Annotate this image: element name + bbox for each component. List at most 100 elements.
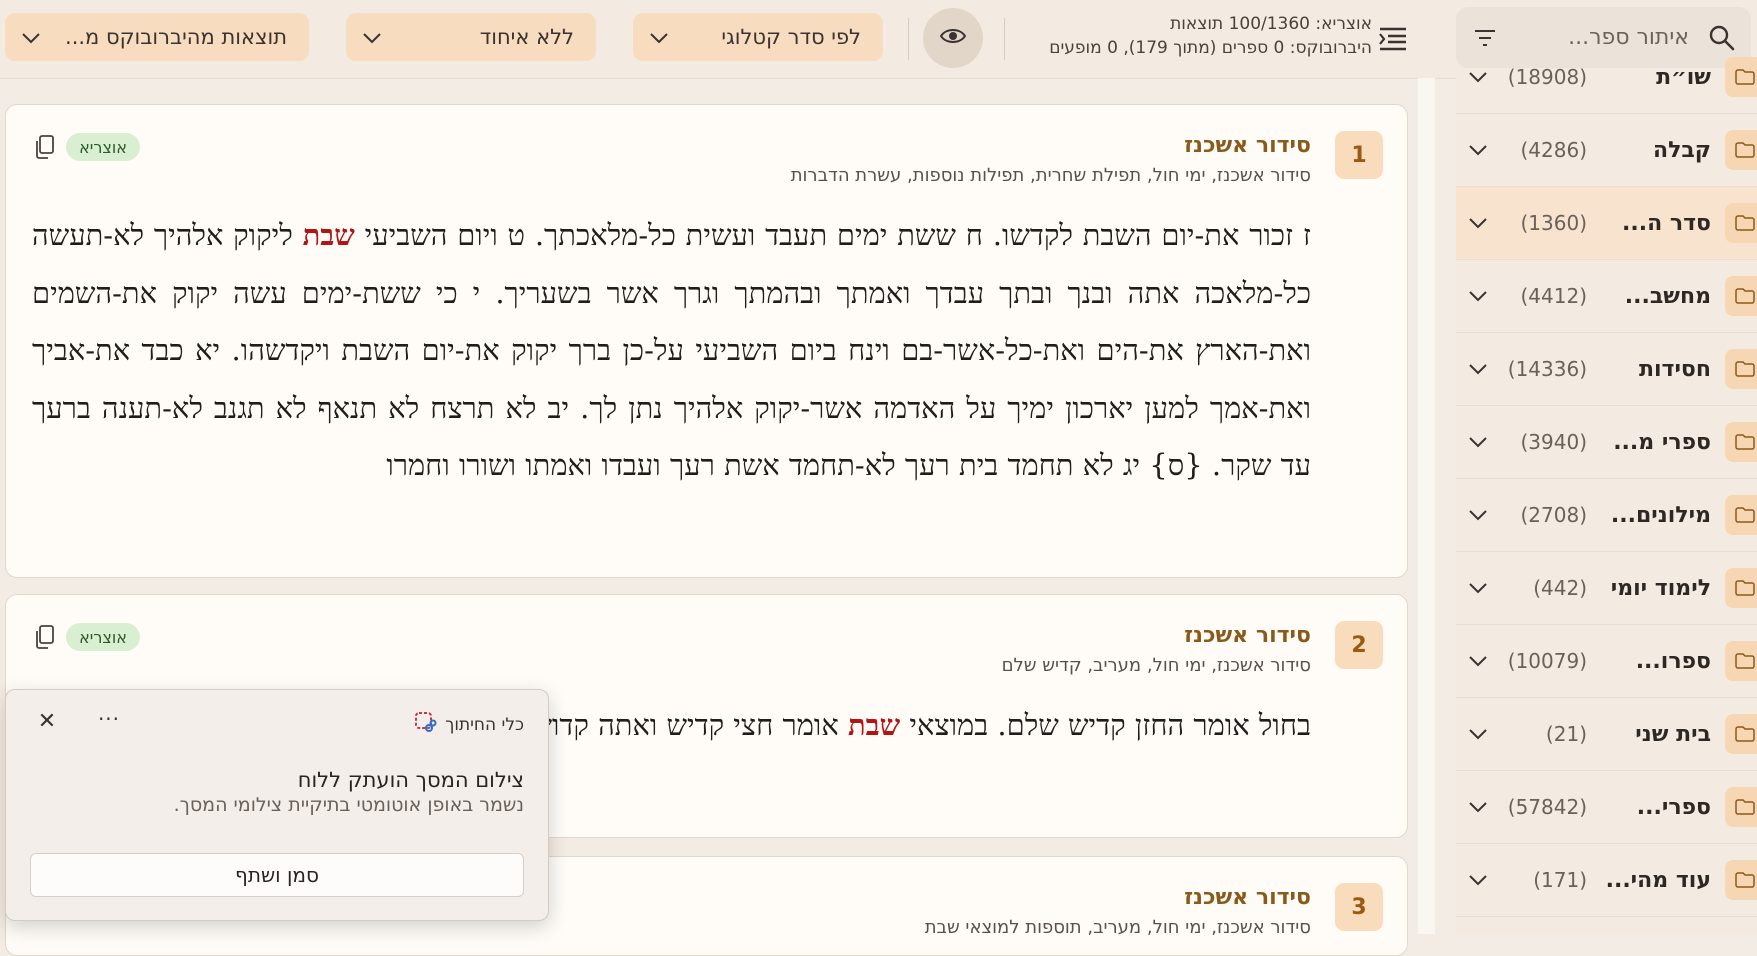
snippet-text: ליקוק אלהיך לא-תעשה כל-מלאכה אתה ובנך וב… xyxy=(32,218,1311,482)
snippet-text: אומר חצי קדיש ואתה קדוש xyxy=(531,708,848,742)
chevron-down-icon[interactable] xyxy=(1463,62,1493,92)
category-item[interactable]: לימוד יומי (442) xyxy=(1456,552,1757,625)
category-count: (18908) xyxy=(1507,65,1587,89)
category-name: קבלה xyxy=(1652,137,1711,163)
category-item[interactable]: מחשב... (4412) xyxy=(1456,260,1757,333)
category-name: ספרו... xyxy=(1635,648,1711,674)
results-count-otzaria: אוצריא: 100/1360 תוצאות xyxy=(1170,14,1372,34)
category-item[interactable]: ספרו... (10079) xyxy=(1456,625,1757,698)
result-number: 1 xyxy=(1335,131,1383,179)
category-count: (2708) xyxy=(1520,503,1587,527)
result-path: סידור אשכנז, ימי חול, מעריב, קדיש שלם xyxy=(1001,655,1311,676)
chevron-down-icon[interactable] xyxy=(1463,573,1493,603)
result-title[interactable]: סידור אשכנז xyxy=(1184,133,1311,158)
notification-title: כלי החיתוך xyxy=(445,714,524,735)
source-filter-label: תוצאות מהיברובוקס מ... xyxy=(65,25,287,49)
folder-icon xyxy=(1725,714,1757,754)
snippet-text: בחול אומר החזן קדיש שלם. במוצאי xyxy=(900,708,1311,742)
snipping-tool-notification: כלי החיתוך ··· ✕ צילום המסך הועתק ללוח נ… xyxy=(5,689,549,921)
category-name: בית שני xyxy=(1635,721,1711,747)
sort-dropdown[interactable]: לפי סדר קטלוגי xyxy=(633,13,883,61)
snippet-text: ז זכור את-יום השבת לקדשו. ח ששת ימים תעב… xyxy=(354,218,1311,252)
source-filter-dropdown[interactable]: תוצאות מהיברובוקס מ... xyxy=(5,13,309,61)
category-name: חסידות xyxy=(1638,356,1711,382)
close-button[interactable]: ✕ xyxy=(32,706,62,736)
category-item[interactable]: בית שני (21) xyxy=(1456,698,1757,771)
category-name: סדר ה... xyxy=(1622,210,1711,236)
result-title[interactable]: סידור אשכנז xyxy=(1184,623,1311,648)
folder-icon xyxy=(1725,568,1757,608)
chevron-down-icon[interactable] xyxy=(1463,281,1493,311)
folder-icon xyxy=(1725,57,1757,97)
preview-toggle-button[interactable] xyxy=(923,8,983,68)
category-name: מחשב... xyxy=(1624,283,1711,309)
source-badge: אוצריא xyxy=(66,133,140,161)
notification-header: כלי החיתוך xyxy=(413,710,524,739)
category-item-selected[interactable]: סדר ה... (1360) xyxy=(1456,187,1757,260)
more-options-button[interactable]: ··· xyxy=(94,704,124,734)
chevron-down-icon[interactable] xyxy=(1463,719,1493,749)
category-item[interactable]: ספרי... (57842) xyxy=(1456,771,1757,844)
results-list-icon[interactable] xyxy=(1376,21,1410,55)
category-count: (21) xyxy=(1545,722,1587,746)
results-scrollbar[interactable] xyxy=(1418,78,1435,934)
result-snippet: ז זכור את-יום השבת לקדשו. ח ששת ימים תעב… xyxy=(32,207,1311,495)
eye-icon xyxy=(939,27,967,49)
folder-icon xyxy=(1725,276,1757,316)
result-number: 2 xyxy=(1335,621,1383,669)
result-title[interactable]: סידור אשכנז xyxy=(1184,885,1311,910)
category-count: (4412) xyxy=(1520,284,1587,308)
chevron-down-icon[interactable] xyxy=(1463,354,1493,384)
chevron-down-icon[interactable] xyxy=(1463,427,1493,457)
category-sidebar: שו״ת (18908) קבלה (4286) סדר ה... (1360)… xyxy=(1456,57,1757,934)
folder-icon xyxy=(1725,495,1757,535)
chevron-down-icon xyxy=(649,25,669,49)
category-item[interactable]: חסידות (14336) xyxy=(1456,333,1757,406)
category-item[interactable]: ספרי מ... (3940) xyxy=(1456,406,1757,479)
copy-icon[interactable] xyxy=(34,134,56,160)
search-highlight: שבת xyxy=(302,218,355,252)
category-count: (10079) xyxy=(1507,649,1587,673)
result-card-1[interactable]: 1 סידור אשכנז סידור אשכנז, ימי חול, תפיל… xyxy=(5,104,1408,578)
sort-dropdown-label: לפי סדר קטלוגי xyxy=(721,25,861,49)
group-dropdown[interactable]: ללא איחוד xyxy=(346,13,596,61)
chevron-down-icon xyxy=(21,25,41,49)
chevron-down-icon[interactable] xyxy=(1463,792,1493,822)
category-item[interactable]: שו״ת (18908) xyxy=(1456,41,1757,114)
scissors-icon xyxy=(413,710,437,739)
category-item[interactable]: קבלה (4286) xyxy=(1456,114,1757,187)
mark-and-share-button[interactable]: סמן ושתף xyxy=(30,853,524,897)
chevron-down-icon[interactable] xyxy=(1463,646,1493,676)
category-name: שו״ת xyxy=(1656,64,1711,90)
category-item[interactable]: מילונים... (2708) xyxy=(1456,479,1757,552)
category-count: (14336) xyxy=(1507,357,1587,381)
category-count: (57842) xyxy=(1507,795,1587,819)
chevron-down-icon[interactable] xyxy=(1463,135,1493,165)
result-path: סידור אשכנז, ימי חול, מעריב, תוספות למוצ… xyxy=(924,917,1311,938)
folder-icon xyxy=(1725,130,1757,170)
folder-icon xyxy=(1725,860,1757,900)
results-count-hebrewbooks: היברובוקס: 0 ספרים (מתוך 179), 0 מופעים xyxy=(1049,38,1372,58)
folder-icon xyxy=(1725,641,1757,681)
chevron-down-icon[interactable] xyxy=(1463,865,1493,895)
chevron-down-icon[interactable] xyxy=(1463,208,1493,238)
category-name: ספרי מ... xyxy=(1613,429,1711,455)
folder-icon xyxy=(1725,787,1757,827)
search-highlight: שבת xyxy=(847,708,901,742)
results-summary: אוצריא: 100/1360 תוצאות היברובוקס: 0 ספר… xyxy=(1000,12,1372,60)
category-name: מילונים... xyxy=(1610,502,1711,528)
divider xyxy=(908,18,909,60)
divider xyxy=(1004,18,1005,60)
notification-message: צילום המסך הועתק ללוח xyxy=(297,768,524,792)
copy-icon[interactable] xyxy=(34,624,56,650)
chevron-down-icon xyxy=(362,25,382,49)
category-count: (171) xyxy=(1533,868,1587,892)
category-item[interactable]: עוד מהי... (171) xyxy=(1456,844,1757,917)
category-name: עוד מהי... xyxy=(1605,867,1711,893)
category-count: (1360) xyxy=(1520,211,1587,235)
category-count: (4286) xyxy=(1520,138,1587,162)
folder-icon xyxy=(1725,422,1757,462)
source-badge: אוצריא xyxy=(66,623,140,651)
chevron-down-icon[interactable] xyxy=(1463,500,1493,530)
folder-icon xyxy=(1725,203,1757,243)
